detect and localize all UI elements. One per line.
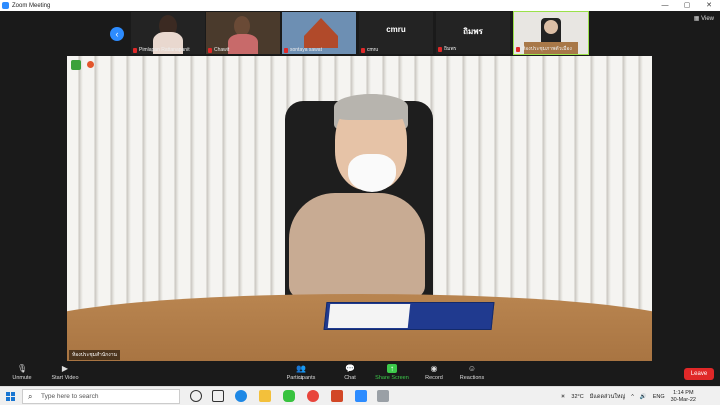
video-off-icon: ▶ [61, 364, 69, 373]
participant-tile[interactable]: sontaya sawat [282, 12, 356, 54]
previous-page-button[interactable]: ‹ [110, 27, 124, 41]
view-button[interactable]: ▦ View [694, 15, 714, 22]
share-screen-button[interactable]: ↑ Share Screen [374, 364, 410, 381]
task-view-icon[interactable] [212, 390, 224, 402]
chrome-icon[interactable] [307, 390, 319, 402]
zoom-taskbar-icon[interactable] [355, 390, 367, 402]
participants-button[interactable]: 👥11 Participants [284, 364, 318, 381]
volume-icon[interactable]: 🔊 [640, 394, 647, 400]
participant-name: Pimlapan Rattanapanit [139, 47, 190, 53]
reactions-icon: ☺ [467, 364, 477, 373]
participant-name: ห้องประชุมภาพตัวเมือง [522, 46, 572, 52]
search-placeholder: Type here to search [41, 393, 99, 400]
participants-label: Participants [286, 375, 316, 381]
gallery-strip: ‹ Pimlapan Rattanapanit Chawit sontaya s… [0, 11, 720, 55]
participant-tile[interactable]: ถิมพร ถิมพร [436, 12, 510, 54]
cortana-icon[interactable] [190, 390, 202, 402]
document-paper [327, 304, 411, 328]
unmute-label: Unmute [12, 375, 32, 381]
file-explorer-icon[interactable] [259, 390, 271, 402]
participant-tile[interactable]: Chawit [206, 12, 280, 54]
muted-microphone-icon: 🎙 [17, 364, 28, 373]
minimize-icon[interactable]: — [654, 0, 676, 11]
participant-tile[interactable]: Pimlapan Rattanapanit [131, 12, 205, 54]
start-video-label: Start Video [51, 375, 79, 381]
leave-button[interactable]: Leave [684, 368, 714, 380]
encryption-shield-icon[interactable] [71, 60, 81, 70]
weather-icon[interactable]: ☀ [560, 394, 565, 400]
share-screen-label: Share Screen [375, 375, 409, 381]
participant-name: Chawit [214, 47, 230, 53]
start-video-button[interactable]: ▶ Start Video [48, 364, 82, 381]
view-label: View [701, 16, 714, 22]
participant-tile[interactable]: cmru cmru [359, 12, 433, 54]
participant-name: sontaya sawat [290, 47, 322, 53]
window-controls: — ▢ ✕ [654, 0, 720, 11]
chat-button[interactable]: 💬 Chat [338, 364, 362, 381]
muted-mic-icon [516, 46, 520, 52]
app-icon[interactable] [377, 390, 389, 402]
system-tray: ☀ 32°C มีแดดส่วนใหญ่ ^ 🔊 ENG 1:14 PM 30-M… [560, 387, 720, 405]
taskbar-search-input[interactable]: ⌕ Type here to search [22, 389, 180, 404]
participant-name: ถิมพร [444, 46, 457, 52]
muted-mic-icon [438, 46, 442, 52]
close-icon[interactable]: ✕ [698, 0, 720, 11]
windows-taskbar: ⌕ Type here to search ☀ 32°C มีแดดส่วนให… [0, 386, 720, 405]
clock[interactable]: 1:14 PM 30-Mar-22 [671, 390, 702, 404]
recording-indicator-icon [87, 61, 94, 68]
windows-start-icon[interactable] [6, 392, 15, 401]
chat-label: Chat [344, 375, 356, 381]
muted-mic-icon [208, 47, 212, 53]
weather-text: มีแดดส่วนใหญ่ [589, 393, 626, 400]
active-speaker-video: ห้องประชุมสำนักงาน [67, 56, 652, 361]
chat-icon: 💬 [345, 364, 355, 373]
muted-mic-icon [133, 47, 137, 53]
tray-chevron-icon[interactable]: ^ [631, 394, 634, 400]
zoom-logo-icon [2, 2, 9, 9]
record-button[interactable]: ◉ Record [422, 364, 446, 381]
participant-display-name: cmru [386, 25, 406, 34]
powerpoint-icon[interactable] [331, 390, 343, 402]
share-screen-icon: ↑ [387, 364, 397, 373]
record-label: Record [425, 375, 443, 381]
reactions-label: Reactions [459, 375, 485, 381]
muted-mic-icon [361, 47, 365, 53]
reactions-button[interactable]: ☺ Reactions [458, 364, 486, 381]
zoom-window: Zoom Meeting — ▢ ✕ ‹ Pimlapan Rattanapan… [0, 0, 720, 405]
meeting-toolbar: 🎙 Unmute ▶ Start Video 👥11 Participants … [0, 362, 720, 386]
line-app-icon[interactable] [283, 390, 295, 402]
participants-icon: 👥11 [296, 364, 306, 380]
speaker-body [289, 193, 425, 298]
maximize-icon[interactable]: ▢ [676, 0, 698, 11]
clock-date: 30-Mar-22 [670, 396, 696, 403]
language-indicator[interactable]: ENG [653, 394, 665, 400]
speaker-name-label: ห้องประชุมสำนักงาน [69, 350, 120, 360]
muted-mic-icon [284, 47, 288, 53]
unmute-button[interactable]: 🎙 Unmute [8, 364, 36, 381]
participant-display-name: ถิมพร [463, 27, 483, 36]
participant-tile-active[interactable]: ห้องประชุมภาพตัวเมือง [513, 11, 589, 55]
search-icon: ⌕ [28, 392, 33, 401]
record-icon: ◉ [430, 364, 438, 373]
clock-time: 1:14 PM [673, 389, 694, 396]
edge-icon[interactable] [235, 390, 247, 402]
window-title: Zoom Meeting [12, 2, 51, 9]
face-mask [348, 154, 396, 192]
weather-temp: 32°C [571, 393, 584, 400]
participant-name: cmru [367, 47, 379, 53]
title-bar: Zoom Meeting — ▢ ✕ [0, 0, 720, 11]
